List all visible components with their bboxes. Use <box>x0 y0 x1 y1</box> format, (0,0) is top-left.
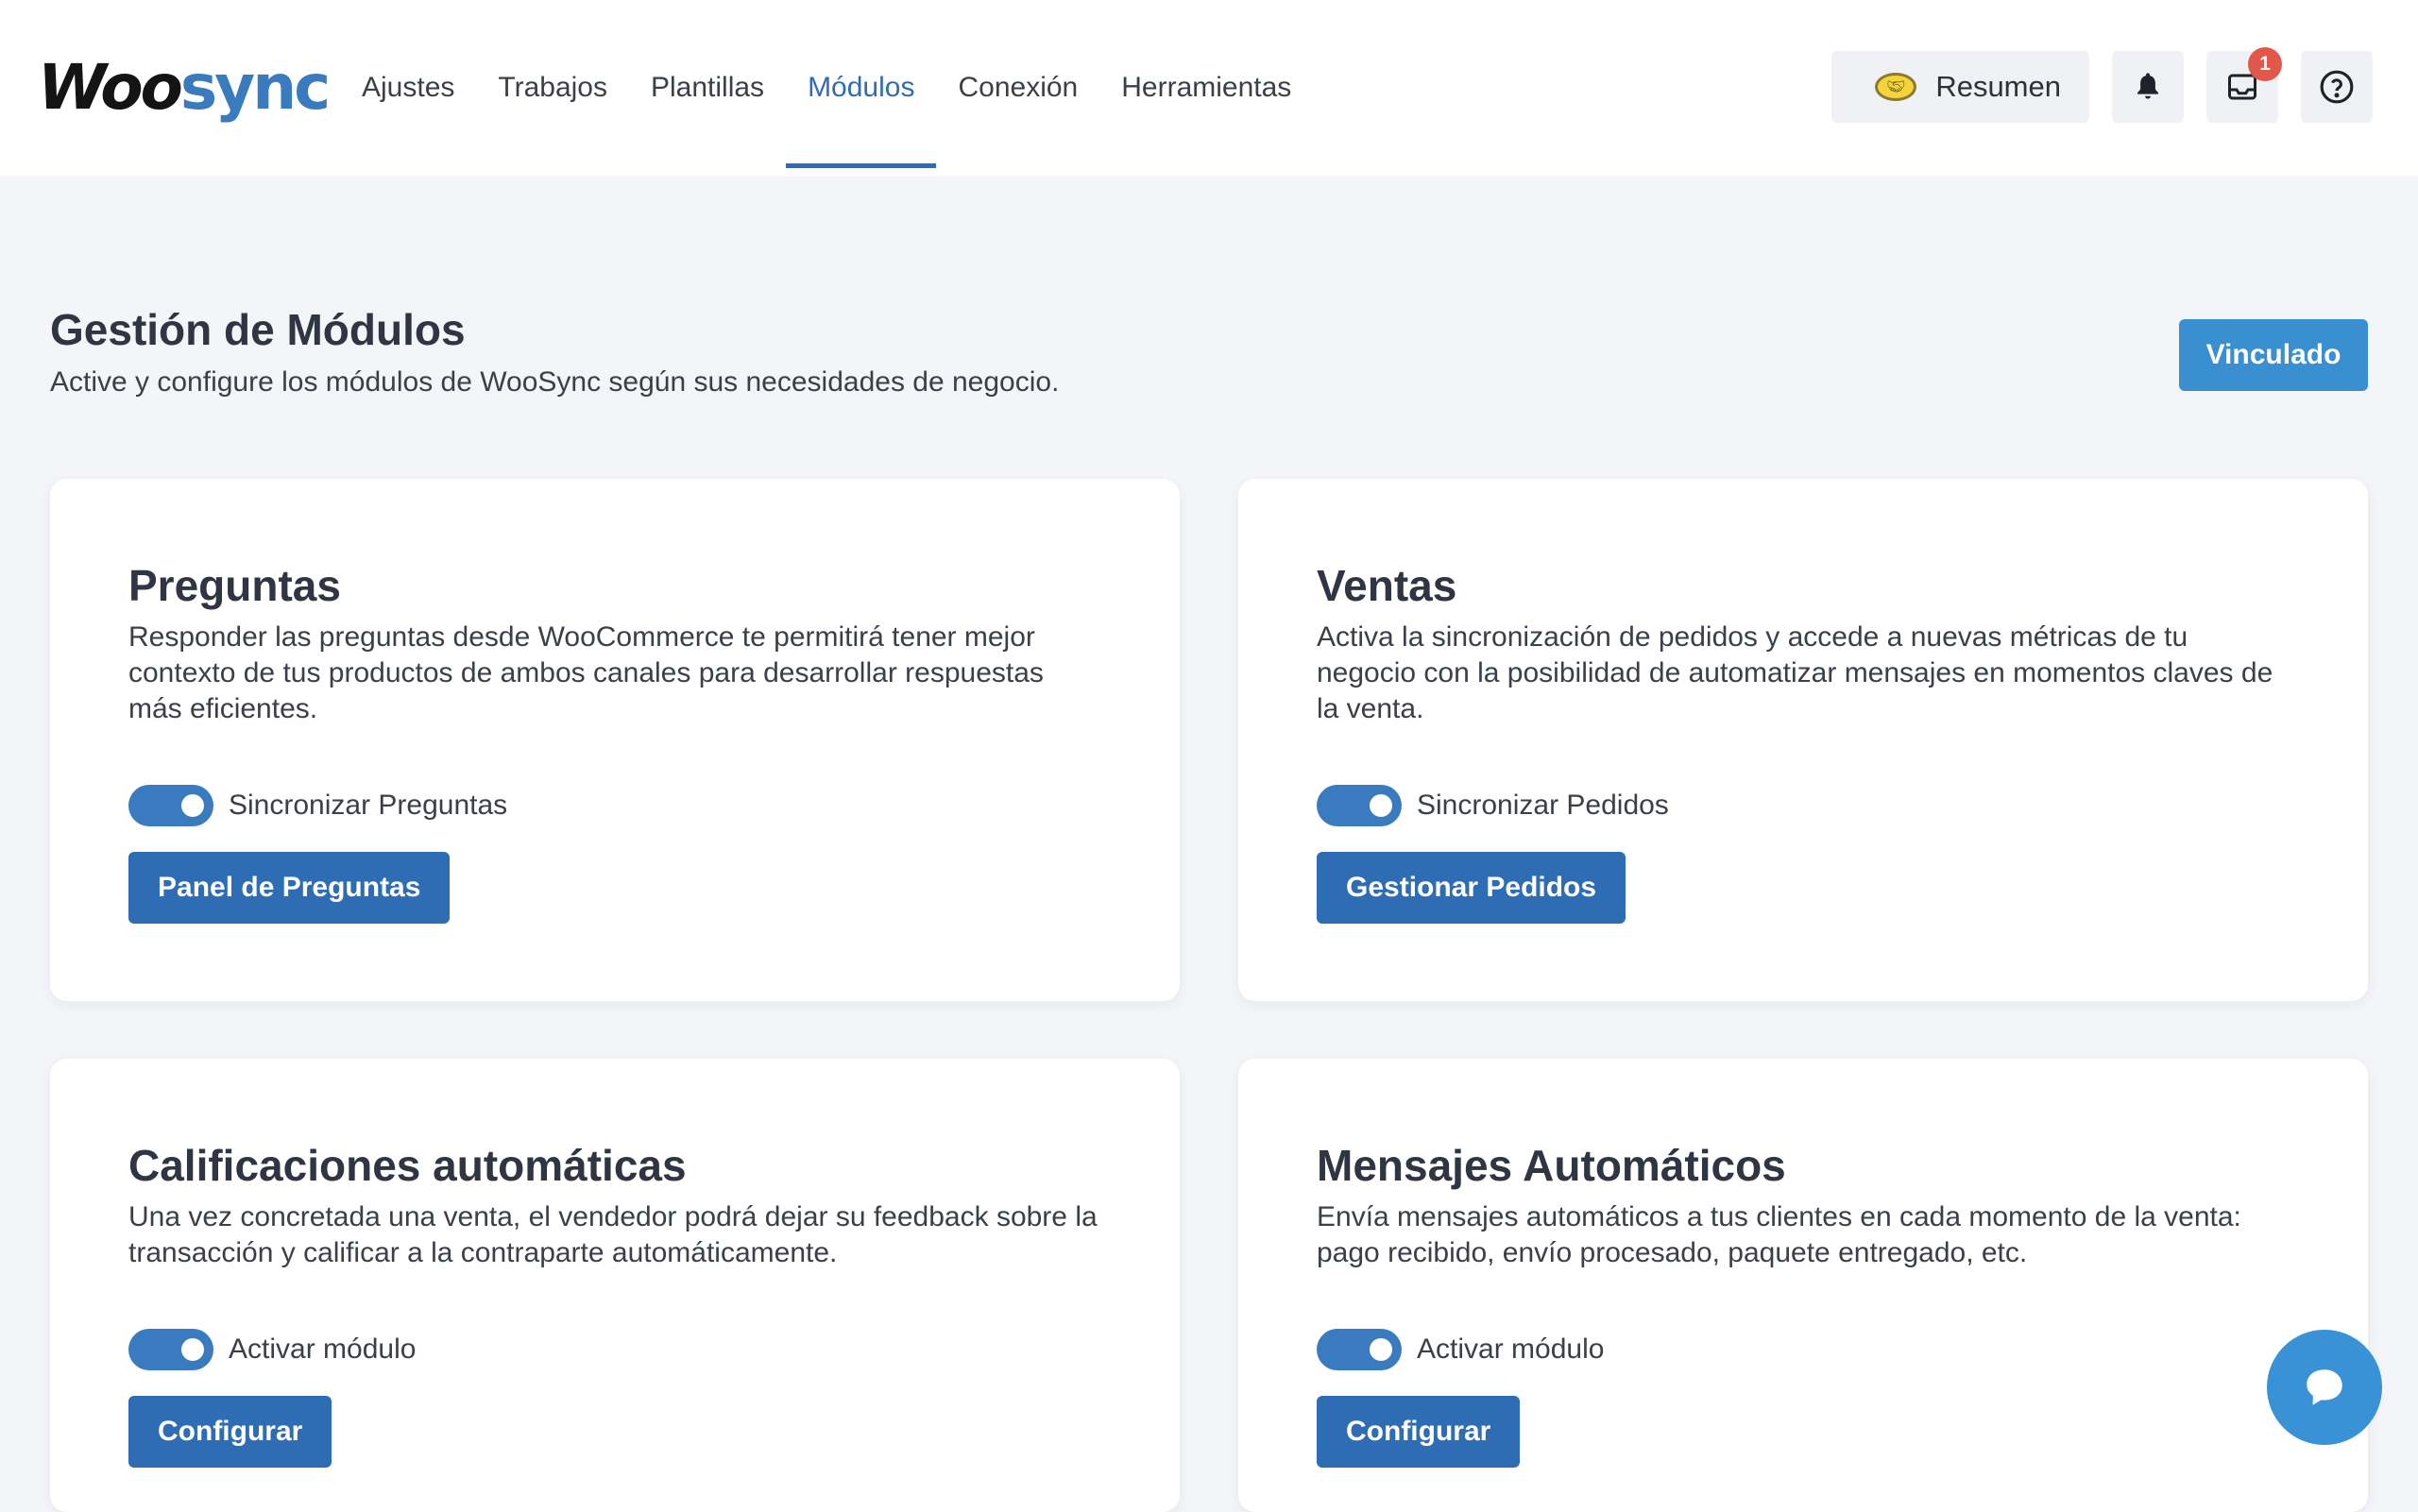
handshake-icon: 🤝︎ <box>1875 73 1917 101</box>
sync-preguntas-toggle[interactable] <box>128 785 213 826</box>
module-title: Preguntas <box>128 561 341 610</box>
toggle-label: Sincronizar Preguntas <box>229 790 508 821</box>
module-description: Envía mensajes automáticos a tus cliente… <box>1317 1201 2241 1268</box>
toggle-label: Activar módulo <box>229 1334 417 1365</box>
configurar-calificaciones-button[interactable]: Configurar <box>128 1396 332 1468</box>
vinculado-button[interactable]: Vinculado <box>2179 319 2368 391</box>
nav-item-herramientas[interactable]: Herramientas <box>1099 0 1313 176</box>
nav-item-plantillas[interactable]: Plantillas <box>629 0 786 176</box>
activar-mensajes-toggle[interactable] <box>1317 1329 1402 1370</box>
sync-pedidos-toggle[interactable] <box>1317 785 1402 826</box>
module-description: Activa la sincronización de pedidos y ac… <box>1317 621 2273 724</box>
nav-item-modulos[interactable]: Módulos <box>786 0 937 176</box>
notifications-button[interactable] <box>2112 51 2184 123</box>
module-description: Responder las preguntas desde WooCommerc… <box>128 621 1044 724</box>
module-title: Ventas <box>1317 561 1457 610</box>
module-card-mensajes: Mensajes Automáticos Envía mensajes auto… <box>1238 1059 2368 1512</box>
chat-icon <box>2307 1369 2342 1405</box>
toggle-knob <box>1370 1338 1392 1361</box>
main-nav: Ajustes Trabajos Plantillas Módulos Cone… <box>340 0 1313 176</box>
module-card-ventas: Ventas Activa la sincronización de pedid… <box>1238 479 2368 1001</box>
toggle-row: Sincronizar Preguntas <box>128 785 507 826</box>
module-description: Una vez concretada una venta, el vendedo… <box>128 1201 1098 1268</box>
module-title: Mensajes Automáticos <box>1317 1141 1786 1190</box>
gestionar-pedidos-button[interactable]: Gestionar Pedidos <box>1317 852 1626 924</box>
nav-item-trabajos[interactable]: Trabajos <box>476 0 629 176</box>
logo-text-woo: Woo <box>38 51 183 124</box>
page-subtitle: Active y configure los módulos de WooSyn… <box>50 366 1060 398</box>
inbox-badge: 1 <box>2248 47 2282 81</box>
module-title: Calificaciones automáticas <box>128 1141 687 1190</box>
help-icon <box>2320 70 2354 104</box>
logo-text-sync: sync <box>179 51 331 124</box>
panel-preguntas-button[interactable]: Panel de Preguntas <box>128 852 451 924</box>
resumen-button[interactable]: 🤝︎ Resumen <box>1831 51 2089 123</box>
toggle-label: Sincronizar Pedidos <box>1417 790 1669 821</box>
chat-widget-button[interactable] <box>2267 1330 2382 1445</box>
nav-item-conexion[interactable]: Conexión <box>936 0 1099 176</box>
header-actions: 🤝︎ Resumen 1 <box>1831 47 2373 123</box>
toggle-row: Activar módulo <box>128 1329 416 1370</box>
top-navbar: Woo sync Ajustes Trabajos Plantillas Módu… <box>0 0 2418 176</box>
toggle-knob <box>1370 794 1392 817</box>
module-card-calificaciones: Calificaciones automáticas Una vez concr… <box>50 1059 1180 1512</box>
inbox-button[interactable]: 1 <box>2206 47 2282 123</box>
configurar-mensajes-button[interactable]: Configurar <box>1317 1396 1521 1468</box>
woosync-logo[interactable]: Woo sync <box>38 51 331 124</box>
bell-icon <box>2137 73 2158 99</box>
nav-item-ajustes[interactable]: Ajustes <box>340 0 476 176</box>
help-button[interactable] <box>2301 51 2373 123</box>
toggle-row: Sincronizar Pedidos <box>1317 785 1669 826</box>
toggle-row: Activar módulo <box>1317 1329 1604 1370</box>
module-card-preguntas: Preguntas Responder las preguntas desde … <box>50 479 1180 1001</box>
toggle-label: Activar módulo <box>1417 1334 1605 1365</box>
resumen-label: Resumen <box>1935 70 2061 103</box>
toggle-knob <box>181 1338 204 1361</box>
page-title: Gestión de Módulos <box>50 305 466 354</box>
toggle-knob <box>181 794 204 817</box>
activar-calificaciones-toggle[interactable] <box>128 1329 213 1370</box>
